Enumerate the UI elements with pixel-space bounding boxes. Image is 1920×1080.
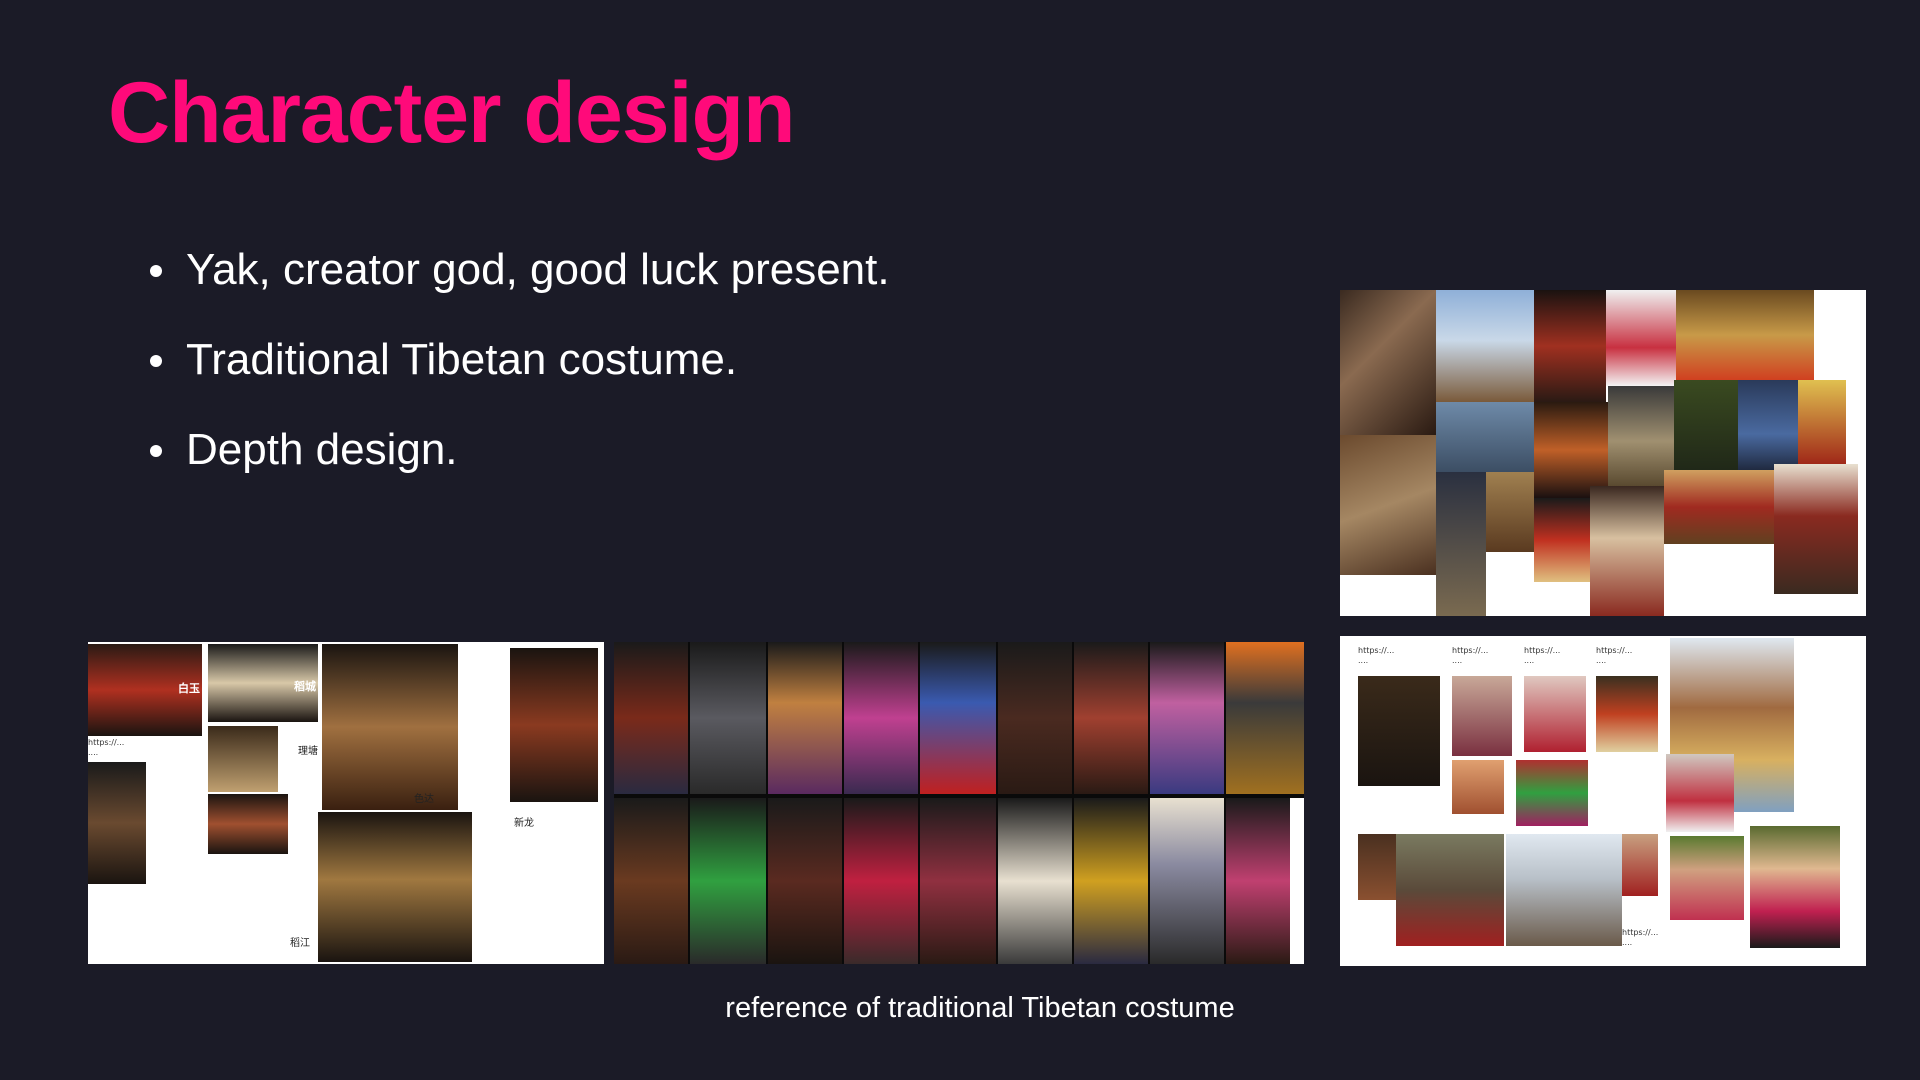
bullet-item: Depth design. <box>150 418 890 508</box>
reference-photo <box>1534 290 1606 402</box>
reference-photo <box>1676 290 1814 380</box>
reference-photo <box>88 762 146 884</box>
reference-photo <box>1358 676 1440 786</box>
reference-photo <box>1738 380 1798 470</box>
reference-photo <box>1774 464 1858 594</box>
reference-photo <box>1622 834 1658 896</box>
reference-photo <box>208 794 288 854</box>
reference-photo <box>1798 380 1846 464</box>
reference-photo <box>1606 290 1676 386</box>
reference-photo <box>1340 290 1436 435</box>
costume-collage-bottom-left: 白玉 https://....... 稻城 理塘 色达 稻江 新龙 <box>88 642 604 964</box>
reference-photo <box>1074 798 1148 964</box>
reference-photo <box>1452 760 1504 814</box>
reference-photo <box>1750 826 1840 948</box>
costume-collage-bottom-right: https://....... https://....... https://… <box>1340 636 1866 966</box>
reference-photo <box>322 644 458 810</box>
reference-photo <box>998 642 1072 794</box>
reference-photo <box>510 648 598 802</box>
region-label: 稻江 <box>290 938 310 949</box>
region-label: 理塘 <box>298 746 318 757</box>
reference-photo <box>1396 834 1504 946</box>
reference-photo <box>844 798 918 964</box>
costume-collage-bottom-middle <box>614 642 1304 964</box>
reference-photo <box>1452 676 1512 756</box>
reference-photo <box>920 798 996 964</box>
reference-photo <box>1664 470 1774 544</box>
reference-photo <box>1596 676 1658 752</box>
reference-photo <box>1150 642 1224 794</box>
reference-photo <box>1074 642 1148 794</box>
brand-mark: 白玉 <box>178 682 200 695</box>
slide-title: Character design <box>108 65 796 161</box>
reference-photo <box>998 798 1072 964</box>
reference-photo <box>208 726 278 792</box>
reference-photo <box>1226 798 1290 964</box>
costume-collage-top-right <box>1340 290 1866 616</box>
reference-photo <box>1534 402 1608 498</box>
reference-photo <box>768 798 842 964</box>
reference-photo <box>1534 498 1590 582</box>
panel-gap <box>1290 798 1304 964</box>
reference-photo <box>614 798 688 964</box>
reference-photo <box>690 798 766 964</box>
reference-photo <box>1436 402 1534 472</box>
region-label: 新龙 <box>514 818 534 829</box>
reference-photo <box>768 642 842 794</box>
reference-photo <box>1516 760 1588 826</box>
reference-photo <box>1226 642 1304 794</box>
reference-photo <box>844 642 918 794</box>
reference-photo <box>1436 290 1534 402</box>
reference-photo <box>1670 836 1744 920</box>
reference-photo <box>1340 435 1436 575</box>
reference-photo <box>1150 798 1224 964</box>
region-label: 色达 <box>414 794 434 805</box>
reference-photo <box>318 812 472 962</box>
reference-photo <box>690 642 766 794</box>
reference-photo <box>1486 472 1534 552</box>
bullet-list: Yak, creator god, good luck present. Tra… <box>150 238 890 508</box>
reference-photo <box>1524 676 1586 752</box>
bullet-item: Traditional Tibetan costume. <box>150 328 890 418</box>
reference-photo <box>1666 754 1734 832</box>
reference-photo <box>1674 380 1738 470</box>
reference-photo <box>614 642 688 794</box>
brand-mark: 稻城 <box>294 680 316 693</box>
reference-photo <box>1590 486 1664 616</box>
reference-photo <box>1436 472 1486 616</box>
bullet-item: Yak, creator god, good luck present. <box>150 238 890 328</box>
reference-photo <box>1358 834 1398 900</box>
image-caption: reference of traditional Tibetan costume <box>725 992 1235 1024</box>
reference-photo <box>920 642 996 794</box>
reference-photo <box>1506 834 1622 946</box>
